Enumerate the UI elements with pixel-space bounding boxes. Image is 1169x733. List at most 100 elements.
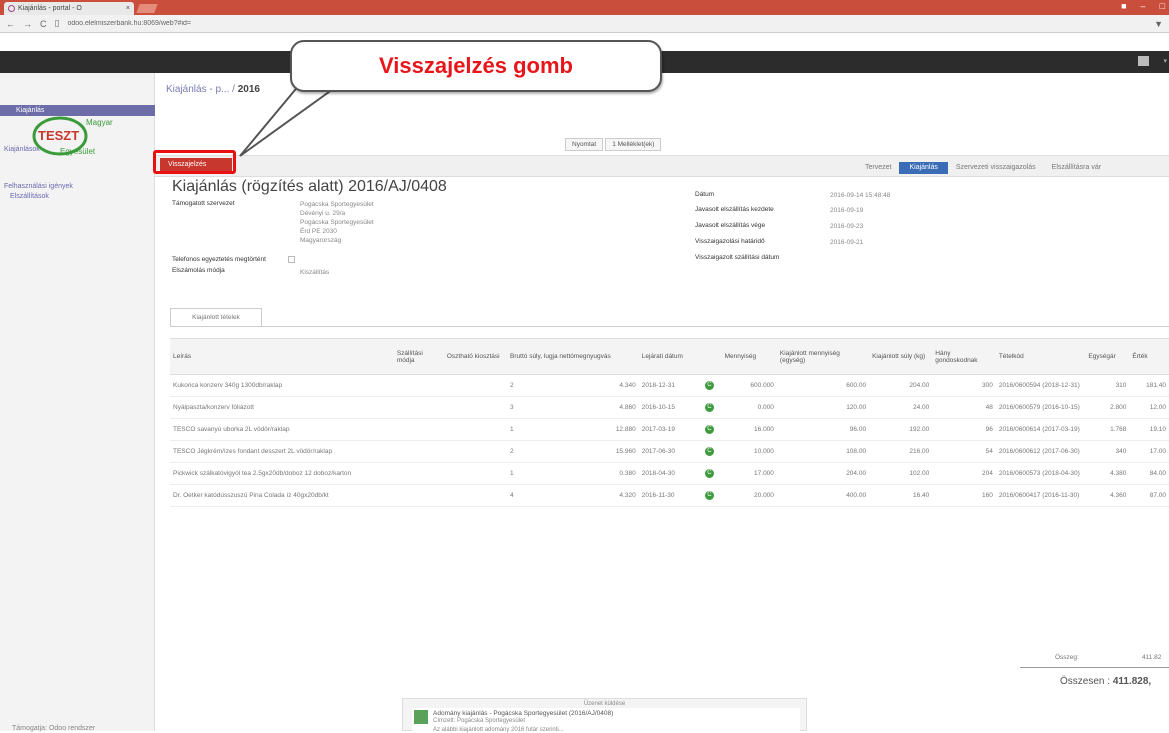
price-cell: 310 (1085, 374, 1130, 397)
attachments-button[interactable]: 1 Melléklet(ek) (605, 138, 662, 151)
weight-cell: 2 15.960 (507, 440, 639, 463)
status-bar: Tervezet Kiajánlás Szervezeti visszaigaz… (857, 162, 1109, 174)
reload-icon[interactable]: C (40, 19, 47, 29)
col-header[interactable]: Kiajánlott mennyiség (egység) (776, 338, 870, 375)
table-row[interactable]: TESCO Jégkrém/ízes fondant desszert 2L v… (170, 440, 1169, 463)
status-step-confirm[interactable]: Szervezeti visszaigazolás (948, 162, 1044, 174)
value-cell: 87.00 (1129, 484, 1169, 507)
phone-label: Telefonos egyeztetés megtörtént (172, 256, 266, 263)
refresh-cell: C (701, 462, 722, 485)
col-header[interactable]: Érték (1129, 338, 1169, 375)
package-count: 1 (510, 426, 514, 433)
print-button[interactable]: Nyomtat (565, 138, 604, 151)
send-message-link[interactable]: Üzenet küldése (402, 698, 807, 707)
phone-checkbox[interactable] (288, 256, 295, 263)
page-title: Kiajánlás (rögzítés alatt) 2016/AJ/0408 (172, 178, 447, 195)
offered-cell: 96.00 (776, 418, 870, 441)
tab-offered-items[interactable]: Kiajánlott tételek (170, 308, 262, 326)
tab-divider (170, 326, 1169, 327)
qty-cell: 600.000 (721, 374, 777, 397)
menu-icon[interactable]: ▼ (1154, 19, 1163, 29)
table-row[interactable]: TESCO savanyú uborka 2L vödör/raklap 1 12.… (170, 418, 1169, 441)
refresh-icon[interactable]: C (704, 447, 714, 456)
col-header[interactable]: Szállítási módja (393, 338, 444, 375)
delivery-value[interactable]: Kiszállítás (300, 268, 329, 277)
minimize-icon[interactable]: – (1141, 1, 1146, 11)
price-cell: 1.768 (1085, 418, 1130, 441)
maximize-icon[interactable]: □ (1160, 1, 1165, 11)
qty-cell: 20.000 (721, 484, 777, 507)
table-row[interactable]: Nyálpaszta/konzerv fóliázott 3 4.860 2016-1… (170, 396, 1169, 419)
refresh-icon[interactable]: C (704, 425, 714, 434)
sidebar-section-felhasznalas[interactable]: Felhasználási igények (4, 183, 73, 190)
refresh-icon[interactable]: C (704, 403, 714, 412)
back-icon[interactable]: ← (6, 19, 15, 29)
message-title[interactable]: Adomány kiajánlás - Pogácska Sportegyesü… (433, 710, 613, 717)
col-header[interactable]: Tételkód (995, 338, 1086, 375)
offered-cell: 600.00 (776, 374, 870, 397)
table-row[interactable]: Dr. Oetker katódússzuszú Pina Colada íz … (170, 484, 1169, 507)
logo[interactable]: Magyar TESZT Egyesület (30, 110, 140, 162)
empty-cell (393, 418, 444, 441)
empty-cell (393, 440, 444, 463)
code-cell: 2016/0600573 (2018-04-30) (995, 462, 1086, 485)
sidebar-item-elszallitasok[interactable]: Elszállítások (10, 193, 49, 200)
table-row[interactable]: Pickwick szálkatóvigyól tea 2.5gx20db/do… (170, 462, 1169, 485)
org-line[interactable]: Pogácska Sportegyesület (300, 200, 374, 209)
sidebar: Kiajánlások Felhasználási igények Elszál… (0, 73, 155, 731)
col-header[interactable]: Bruttó súly, lugja nettómegnyugvás (507, 338, 639, 375)
col-header[interactable]: Mennyiség (721, 338, 777, 375)
col-header[interactable]: Kiajánlott súly (kg) (869, 338, 933, 375)
subtotal-label: Összeg: (1055, 654, 1079, 661)
kg-cell: 192.00 (869, 418, 933, 441)
kg-cell: 216.00 (869, 440, 933, 463)
empty-cell (443, 418, 508, 441)
org-line: Pogácska Sportegyesület (300, 219, 374, 226)
exp-cell: 2018-12-31 (638, 374, 702, 397)
user-name[interactable]: ▾ (1163, 57, 1167, 65)
close-tab-icon[interactable]: × (126, 5, 130, 12)
count-cell: 204 (932, 462, 996, 485)
refresh-icon[interactable]: C (704, 381, 714, 390)
desc-cell: TESCO Jégkrém/ízes fondant desszert 2L v… (170, 440, 394, 463)
count-cell: 54 (932, 440, 996, 463)
status-step-offer[interactable]: Kiajánlás (899, 162, 948, 174)
status-step-draft[interactable]: Tervezet (857, 162, 899, 174)
browser-tab[interactable]: Kiajánlás - portal - O × (4, 2, 134, 15)
col-header[interactable]: Osztható kiosztási (443, 338, 508, 375)
page-icon: ▯ (54, 18, 60, 28)
col-header[interactable]: Hány gondoskodnak (932, 338, 996, 375)
user-icon[interactable]: ■ (1121, 1, 1126, 11)
new-tab-button[interactable] (136, 4, 158, 13)
qty-cell: 17.000 (721, 462, 777, 485)
breadcrumb-parent[interactable]: Kiajánlás - p... (166, 84, 229, 95)
odoo-favicon-icon (8, 5, 15, 12)
count-cell: 300 (932, 374, 996, 397)
feedback-highlight-box (153, 150, 236, 174)
qty-cell: 10.000 (721, 440, 777, 463)
exp-cell: 2017-06-30 (638, 440, 702, 463)
gross-weight: 4.860 (619, 404, 636, 411)
refresh-cell: C (701, 484, 722, 507)
status-step-waiting[interactable]: Elszállításra vár (1044, 162, 1109, 174)
code-cell: 2016/0600594 (2018-12-31) (995, 374, 1086, 397)
gross-weight: 0.380 (619, 470, 636, 477)
refresh-icon[interactable]: C (704, 469, 714, 478)
start-value: 2016-09-19 (830, 207, 864, 214)
refresh-icon[interactable]: C (704, 491, 714, 500)
message-recipient: Címzett: Pogácska Sportegyesület (433, 718, 526, 724)
col-header[interactable]: Leírás (170, 338, 394, 375)
message-body: Az alábbi kiajánlott adomány 2016 futár … (433, 727, 564, 733)
url-field[interactable]: odoo.elelmiszerbank.hu:8069/web?#id= (67, 20, 247, 27)
print-attach-toolbar: Nyomtat 1 Melléklet(ek) (565, 138, 662, 151)
weight-cell: 1 12.880 (507, 418, 639, 441)
col-header[interactable]: Egységár (1085, 338, 1130, 375)
kg-cell: 204.00 (869, 374, 933, 397)
col-header[interactable]: Lejárati dátum (638, 338, 702, 375)
code-cell: 2016/0600579 (2016-10-15) (995, 396, 1086, 419)
callout-pointer (239, 83, 344, 157)
avatar[interactable] (1138, 56, 1149, 66)
offered-cell: 204.00 (776, 462, 870, 485)
forward-icon[interactable]: → (23, 19, 32, 29)
table-row[interactable]: Kukorica konzerv 340g 1300db/raklap 2 4.34… (170, 374, 1169, 397)
